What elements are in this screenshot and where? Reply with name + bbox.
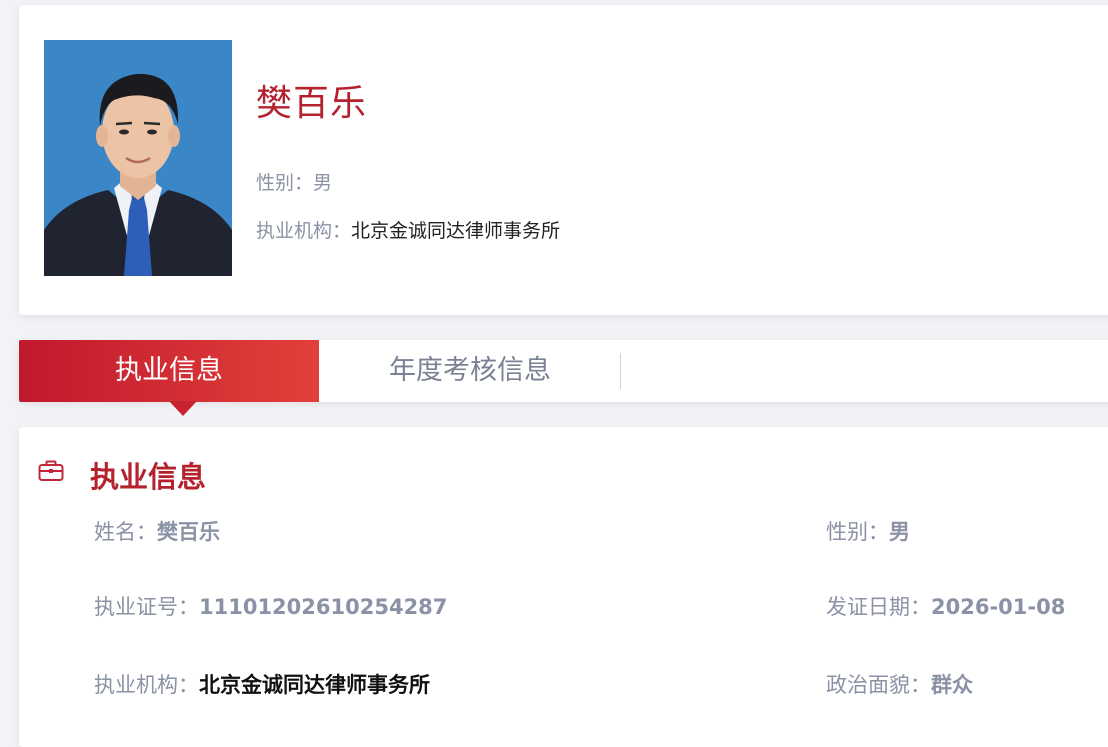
- tab-practice-info[interactable]: 执业信息: [19, 340, 319, 402]
- profile-gender-value: 男: [313, 172, 333, 194]
- field-gender: 性别：男: [826, 516, 910, 546]
- active-tab-pointer: [169, 401, 197, 416]
- field-license-value: 11101202610254287: [199, 595, 448, 619]
- profile-gender-label: 性别：: [256, 172, 314, 194]
- briefcase-icon: [38, 460, 64, 486]
- profile-org-value: 北京金诚同达律师事务所: [351, 220, 561, 242]
- profile-gender: 性别：男: [256, 168, 332, 195]
- field-license-label: 执业证号：: [94, 595, 199, 619]
- field-organization: 执业机构：北京金诚同达律师事务所: [94, 669, 430, 699]
- field-name-value: 樊百乐: [157, 520, 220, 544]
- lawyer-photo: [44, 40, 232, 276]
- field-name: 姓名：樊百乐: [94, 516, 220, 546]
- field-politics-label: 政治面貌：: [826, 673, 931, 697]
- lawyer-name: 樊百乐: [256, 83, 368, 124]
- profile-org-label: 执业机构：: [256, 220, 352, 242]
- section-title: 执业信息: [90, 460, 207, 494]
- field-politics-value: 群众: [931, 673, 973, 697]
- field-org-label: 执业机构：: [94, 673, 199, 697]
- tab-annual-review[interactable]: 年度考核信息: [320, 340, 620, 402]
- field-date-value: 2026-01-08: [931, 595, 1066, 619]
- field-gender-value: 男: [889, 520, 910, 544]
- field-org-value: 北京金诚同达律师事务所: [199, 673, 430, 697]
- field-license-number: 执业证号：11101202610254287: [94, 591, 447, 621]
- field-gender-label: 性别：: [826, 520, 889, 544]
- field-issue-date: 发证日期：2026-01-08: [826, 591, 1065, 621]
- field-date-label: 发证日期：: [826, 595, 931, 619]
- field-political-status: 政治面貌：群众: [826, 669, 973, 699]
- profile-org: 执业机构：北京金诚同达律师事务所: [256, 216, 560, 243]
- field-name-label: 姓名：: [94, 520, 157, 544]
- tab-divider: [620, 353, 621, 389]
